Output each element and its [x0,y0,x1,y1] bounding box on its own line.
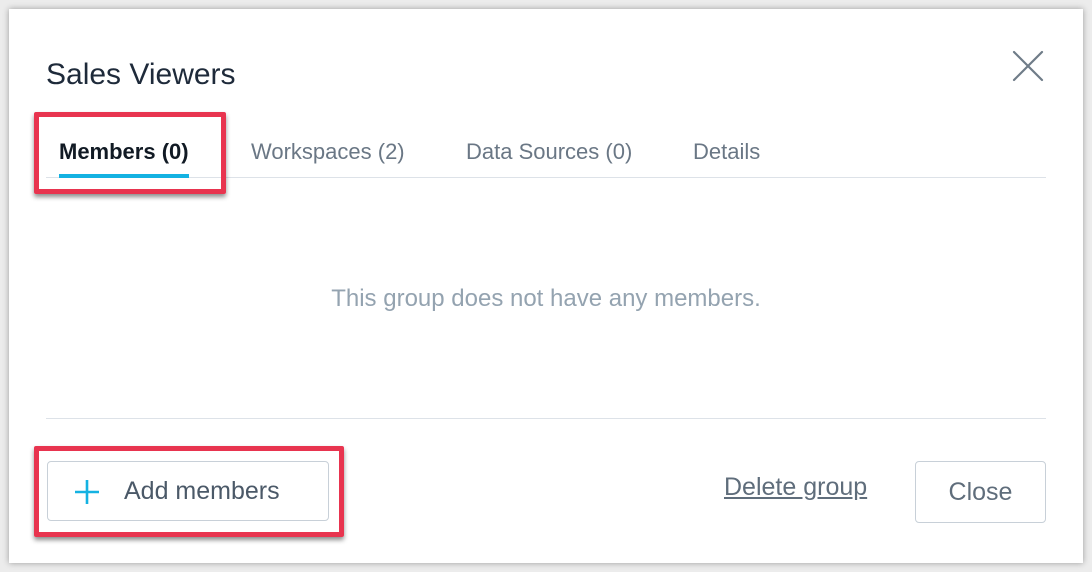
tab-workspaces[interactable]: Workspaces (2) [251,135,405,177]
close-button[interactable]: Close [915,461,1046,523]
add-members-button[interactable]: Add members [47,461,329,521]
empty-members-message: This group does not have any members. [331,285,761,312]
tab-members[interactable]: Members (0) [59,135,189,178]
tab-details[interactable]: Details [693,135,760,177]
tab-bar: Members (0) Workspaces (2) Data Sources … [46,135,1046,178]
add-members-label: Add members [124,477,280,505]
delete-group-link[interactable]: Delete group [724,473,867,502]
close-icon[interactable] [1011,49,1045,83]
plus-icon [74,479,100,505]
sales-viewers-dialog: Sales Viewers Members (0) Workspaces (2)… [9,9,1083,563]
dialog-title: Sales Viewers [46,58,236,91]
footer-divider [46,418,1046,419]
tab-data-sources[interactable]: Data Sources (0) [466,135,632,177]
